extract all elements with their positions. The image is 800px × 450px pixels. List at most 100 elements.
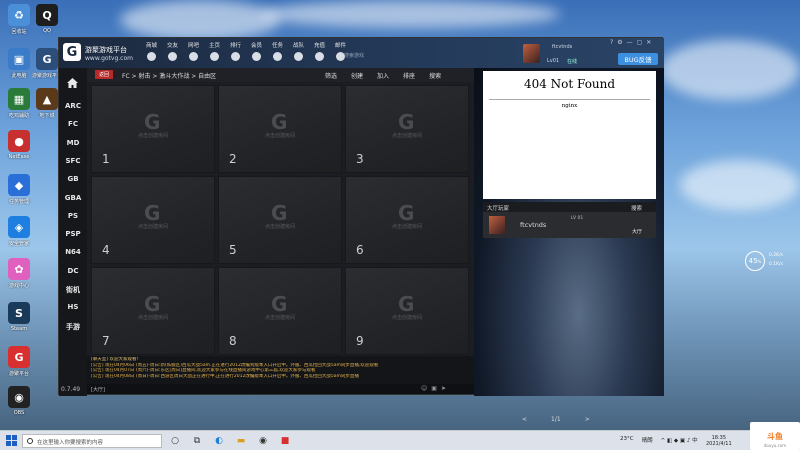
player-avatar bbox=[489, 216, 505, 234]
room-logo-icon: G bbox=[144, 292, 161, 316]
nav-item[interactable]: 充值 bbox=[309, 41, 330, 61]
chat-input[interactable]: [大厅] bbox=[87, 384, 474, 394]
desktop-icon[interactable]: ♻ 回收站 bbox=[4, 4, 34, 35]
douyu-logo: 斗鱼 bbox=[767, 431, 783, 441]
nav-item[interactable]: 交友 bbox=[162, 41, 183, 61]
room-slot[interactable]: G 点击创建房间 1 bbox=[91, 85, 215, 173]
network-widget[interactable]: 45% 0.2K/s 0.1K/s bbox=[745, 251, 795, 271]
avatar[interactable] bbox=[523, 44, 540, 63]
task-view-icon[interactable]: ⧉ bbox=[190, 434, 204, 448]
nav-item[interactable]: 战队 bbox=[288, 41, 309, 61]
desktop-icon[interactable]: S Steam bbox=[4, 302, 34, 332]
folder-icon[interactable]: ▬ bbox=[234, 434, 248, 448]
emoji-icon[interactable]: ☺ bbox=[421, 385, 427, 392]
image-icon[interactable]: ▣ bbox=[431, 385, 437, 392]
user-level: Lv01 bbox=[547, 58, 560, 64]
desktop-icon[interactable]: ▣ 此电脑 bbox=[4, 48, 34, 79]
sidebar-item-platform[interactable]: ARC bbox=[59, 102, 87, 110]
close-icon[interactable]: ✕ bbox=[646, 39, 651, 46]
sidebar-item-platform[interactable]: GB bbox=[59, 175, 87, 183]
room-slot[interactable]: G 点击创建房间 8 bbox=[218, 267, 342, 355]
cortana-icon[interactable]: ○ bbox=[168, 434, 182, 448]
room-hint: 点击创建房间 bbox=[264, 315, 295, 321]
sidebar-item-platform[interactable]: DC bbox=[59, 267, 87, 275]
room-action-button[interactable]: 加入 bbox=[377, 71, 389, 80]
user-status[interactable]: 在线 bbox=[567, 58, 577, 65]
system-tray: 23°C 晴朗 ^ ◧ ◆ ▣ ♪ 中 bbox=[620, 436, 698, 444]
send-icon[interactable]: ➤ bbox=[441, 385, 446, 392]
desktop-icon[interactable]: ▦ 吃鸡辅助 bbox=[4, 88, 34, 119]
room-slot[interactable]: G 点击创建房间 5 bbox=[218, 176, 342, 264]
nav-item[interactable]: 商城 bbox=[141, 41, 162, 61]
app-icon: Q bbox=[36, 4, 58, 26]
settings-icon[interactable]: ⚙ bbox=[617, 39, 622, 46]
lobby-search[interactable]: 搜索 bbox=[631, 204, 642, 212]
room-action-button[interactable]: 创建 bbox=[351, 71, 363, 80]
room-slot[interactable]: G 点击创建房间 6 bbox=[345, 176, 469, 264]
sidebar-item-platform[interactable]: PSP bbox=[59, 230, 87, 238]
edge-icon[interactable]: ◐ bbox=[212, 434, 226, 448]
room-hint: 点击创建房间 bbox=[137, 224, 168, 230]
douyu-url: douyu.com bbox=[763, 443, 787, 448]
home-icon[interactable] bbox=[67, 78, 78, 88]
windows-start-icon[interactable] bbox=[6, 435, 17, 446]
sidebar-item-platform[interactable]: 街机 bbox=[59, 285, 87, 295]
room-action-button[interactable]: 排座 bbox=[403, 71, 415, 80]
nav-item[interactable]: 排行 bbox=[225, 41, 246, 61]
breadcrumb: FC > 射击 > 激斗大作战 > 自由区 bbox=[122, 73, 217, 80]
search-hint[interactable]: 搜索游戏 bbox=[344, 52, 364, 59]
taskbar-search-input[interactable]: 在这里输入你要搜索的内容 bbox=[22, 434, 162, 448]
app-icon: ♻ bbox=[8, 4, 30, 26]
room-slot[interactable]: G 点击创建房间 7 bbox=[91, 267, 215, 355]
sidebar-item-platform[interactable]: HS bbox=[59, 303, 87, 311]
cloud bbox=[260, 0, 560, 28]
pager: < 1/1 > bbox=[522, 416, 590, 423]
weather-temp[interactable]: 23°C bbox=[620, 436, 634, 444]
desktop-icon[interactable]: ✿ 游戏中心 bbox=[4, 258, 34, 289]
weather-desc: 晴朗 bbox=[641, 438, 653, 444]
room-slot[interactable]: G 点击创建房间 3 bbox=[345, 85, 469, 173]
sidebar-item-platform[interactable]: FC bbox=[59, 120, 87, 128]
list-item[interactable]: ftcvtnds LV 01 大厅 bbox=[483, 212, 656, 238]
help-icon[interactable]: ? bbox=[610, 39, 613, 46]
room-number: 6 bbox=[356, 243, 364, 257]
room-logo-icon: G bbox=[271, 292, 288, 316]
gamebox-icon[interactable]: ■ bbox=[278, 434, 292, 448]
room-slot[interactable]: G 点击创建房间 9 bbox=[345, 267, 469, 355]
obs-icon[interactable]: ◉ bbox=[256, 434, 270, 448]
desktop-icon[interactable]: ● NetEase bbox=[4, 130, 34, 160]
room-slot[interactable]: G 点击创建房间 2 bbox=[218, 85, 342, 173]
chat-channel-tag[interactable]: [大厅] bbox=[91, 386, 105, 393]
platform-sidebar: ARC FC MD SFC GB GBA PS PSP N64 DC 街机 HS 手游 0.7.49 bbox=[59, 68, 87, 396]
minimize-icon[interactable]: — bbox=[627, 39, 633, 46]
room-logo-icon: G bbox=[144, 201, 161, 225]
server-name: nginx bbox=[561, 103, 578, 109]
app-icon: ▲ bbox=[36, 88, 58, 110]
clock[interactable]: 18:35 2021/4/11 bbox=[706, 435, 732, 447]
next-page-button[interactable]: > bbox=[585, 416, 590, 423]
room-action-button[interactable]: 筛选 bbox=[325, 71, 337, 80]
sidebar-item-platform[interactable]: MD bbox=[59, 139, 87, 147]
desktop-icon[interactable]: Q QQ bbox=[32, 4, 62, 34]
desktop-icon[interactable]: ◆ 任务管理 bbox=[4, 174, 34, 205]
sidebar-item-platform[interactable]: 手游 bbox=[59, 322, 87, 332]
tray-icons[interactable]: ^ ◧ ◆ ▣ ♪ 中 bbox=[661, 436, 698, 444]
prev-page-button[interactable]: < bbox=[522, 416, 527, 423]
nav-item[interactable]: 会员 bbox=[246, 41, 267, 61]
nav-item[interactable]: 网吧 bbox=[183, 41, 204, 61]
nav-item[interactable]: 主页 bbox=[204, 41, 225, 61]
nav-item[interactable]: 任务 bbox=[267, 41, 288, 61]
maximize-icon[interactable]: ▢ bbox=[637, 39, 643, 46]
desktop-icon[interactable]: ◈ 安全管家 bbox=[4, 216, 34, 247]
cloud bbox=[660, 40, 800, 100]
sidebar-item-platform[interactable]: SFC bbox=[59, 157, 87, 165]
back-button[interactable]: 返回 bbox=[95, 70, 113, 79]
sidebar-item-platform[interactable]: GBA bbox=[59, 194, 87, 202]
desktop-icon[interactable]: G 游聚平台 bbox=[4, 346, 34, 377]
sidebar-item-platform[interactable]: N64 bbox=[59, 248, 87, 256]
room-action-button[interactable]: 搜索 bbox=[429, 71, 441, 80]
room-slot[interactable]: G 点击创建房间 4 bbox=[91, 176, 215, 264]
sidebar-item-platform[interactable]: PS bbox=[59, 212, 87, 220]
desktop-icon[interactable]: ◉ OBS bbox=[4, 386, 34, 416]
bug-report-button[interactable]: BUG反馈 bbox=[618, 53, 658, 65]
